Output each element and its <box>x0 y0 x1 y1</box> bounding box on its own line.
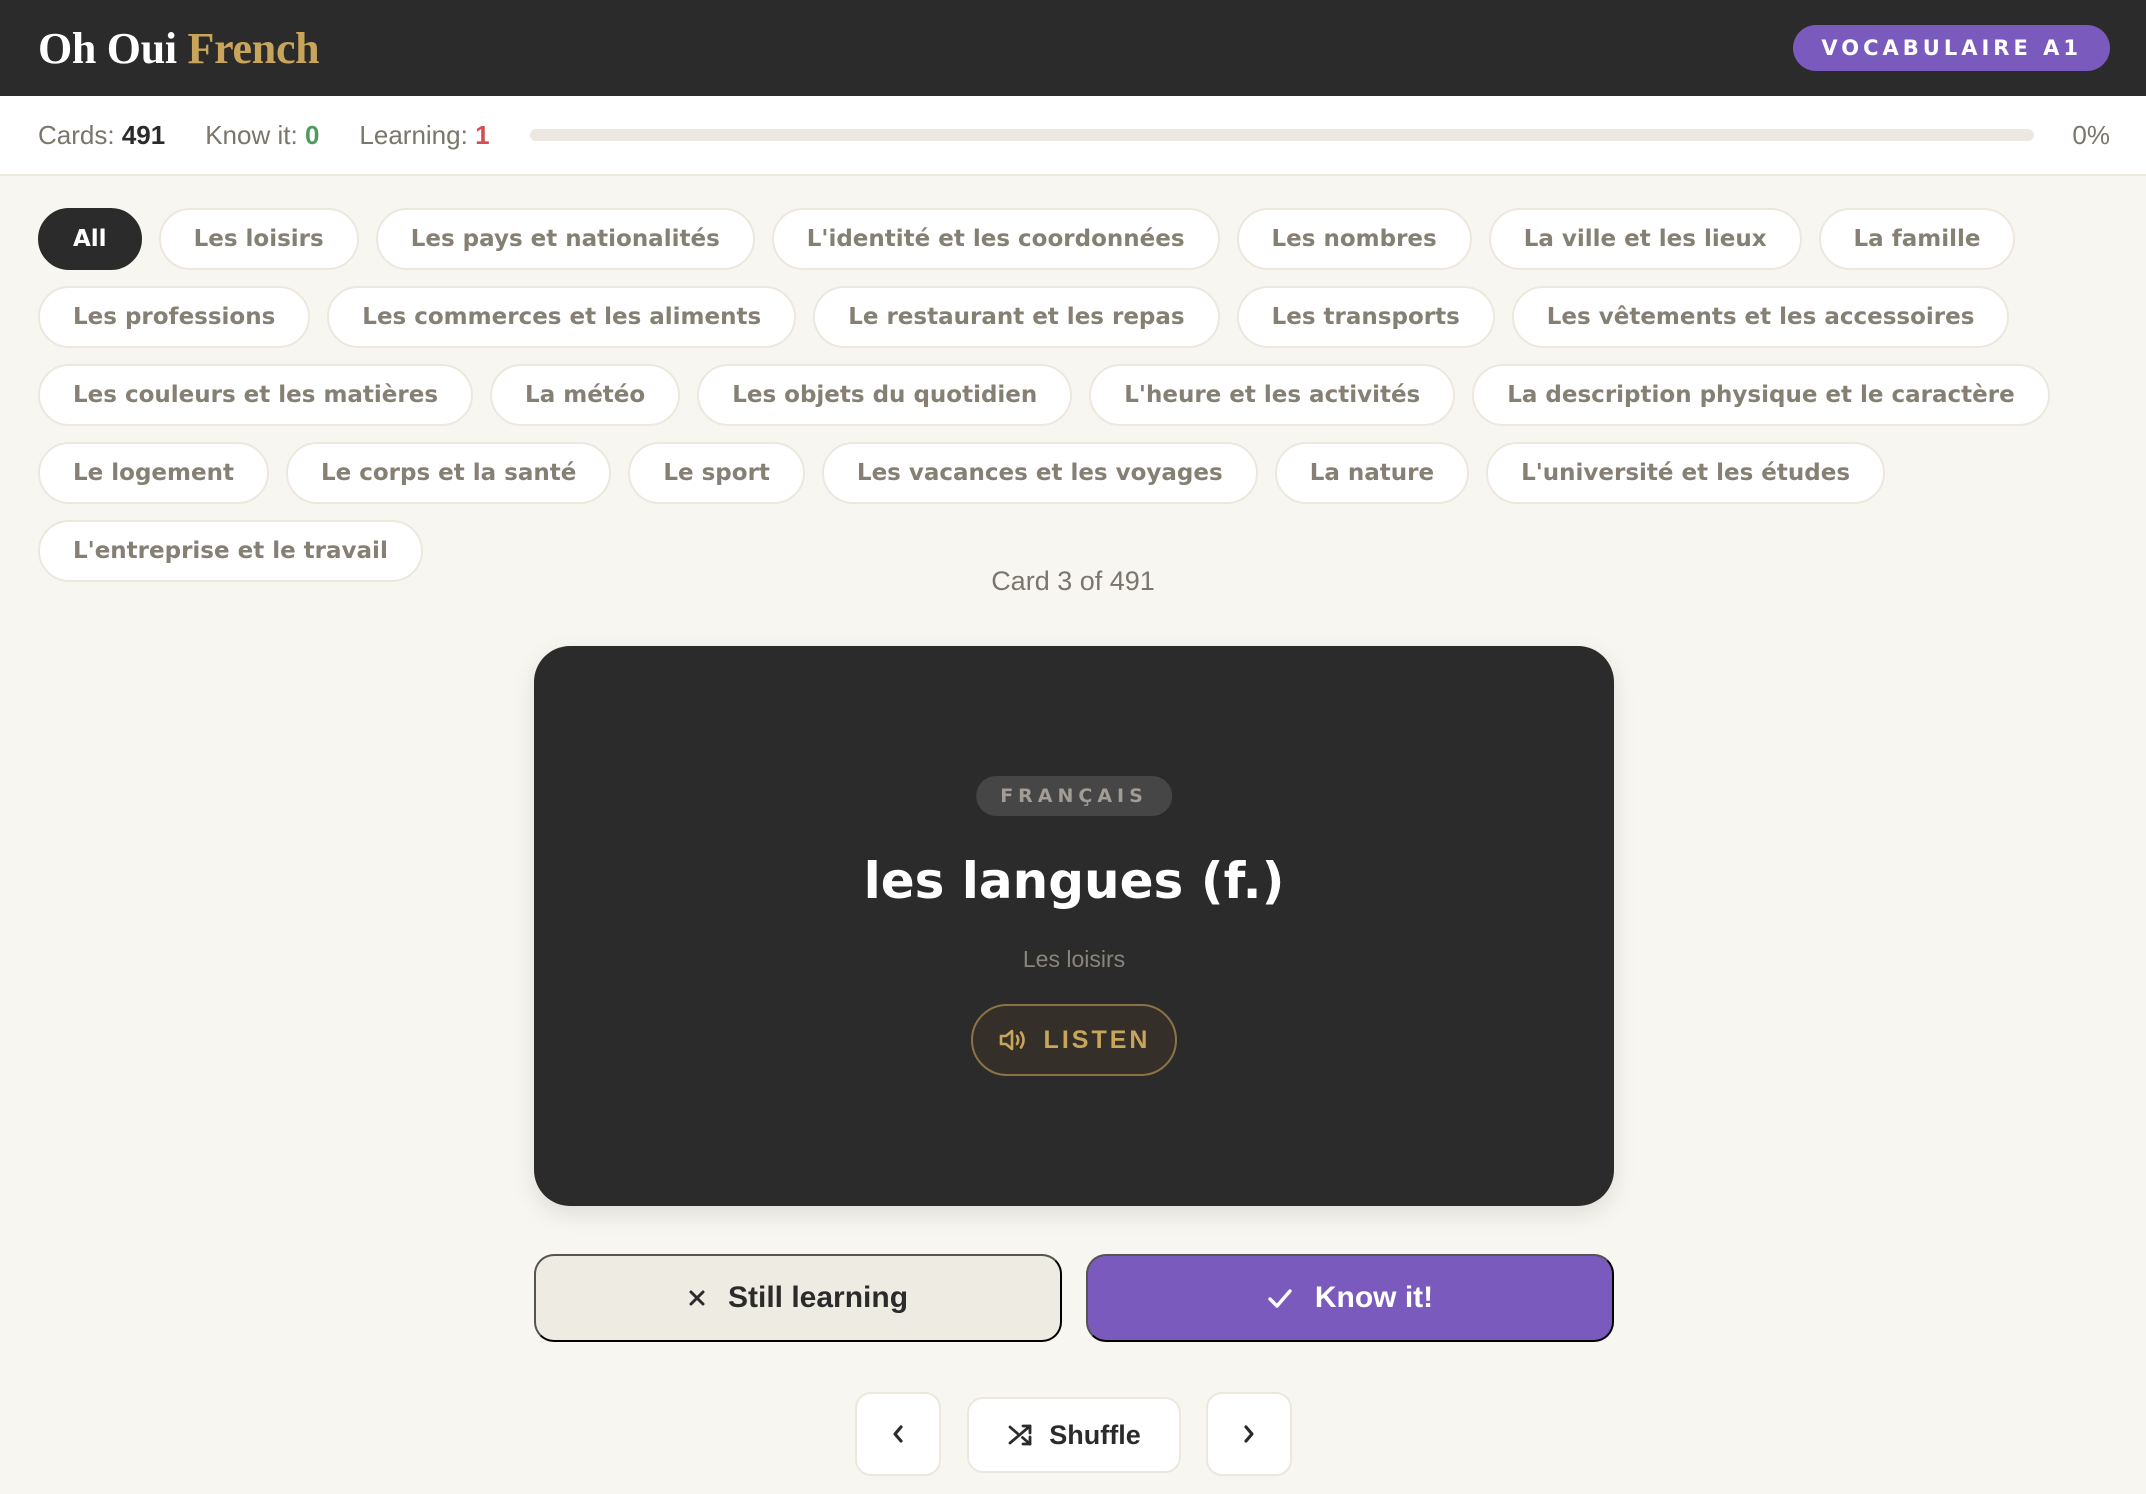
category-filter: All Les loisirs Les pays et nationalités L'… <box>38 208 2118 582</box>
card-term: les langues (f.) <box>863 852 1285 910</box>
category-chip[interactable]: Les transports <box>1236 286 1495 348</box>
listen-button[interactable]: LISTEN <box>971 1004 1177 1076</box>
check-icon <box>1267 1287 1293 1309</box>
category-chip[interactable]: Le sport <box>628 442 805 504</box>
category-chip[interactable]: Les vêtements et les accessoires <box>1511 286 2010 348</box>
category-chip[interactable]: Le restaurant et les repas <box>813 286 1220 348</box>
progress-percent: 0% <box>2072 119 2110 150</box>
shuffle-icon <box>1007 1422 1035 1448</box>
category-chip[interactable]: Le logement <box>38 442 269 504</box>
stat-known-value: 0 <box>304 119 320 150</box>
category-chip[interactable]: Les couleurs et les matières <box>38 364 474 426</box>
shuffle-button[interactable]: Shuffle <box>967 1397 1181 1473</box>
category-chip[interactable]: La météo <box>490 364 681 426</box>
stat-learning-value: 1 <box>475 119 490 150</box>
next-card-button[interactable] <box>1206 1392 1292 1476</box>
category-chip[interactable]: Les vacances et les voyages <box>821 442 1258 504</box>
shuffle-label: Shuffle <box>1049 1419 1141 1450</box>
speaker-icon <box>998 1027 1028 1053</box>
category-chip[interactable]: L'identité et les coordonnées <box>771 208 1220 270</box>
card-category: Les loisirs <box>1022 946 1126 972</box>
category-chip[interactable]: L'université et les études <box>1486 442 1886 504</box>
stat-learning: Learning: 1 <box>359 120 489 151</box>
listen-label: LISTEN <box>1043 1025 1151 1054</box>
category-chip[interactable]: Les commerces et les aliments <box>327 286 797 348</box>
language-tag: FRANÇAIS <box>976 776 1172 816</box>
category-chip[interactable]: Le corps et la santé <box>285 442 612 504</box>
category-chip[interactable]: Les objets du quotidien <box>697 364 1073 426</box>
stat-learning-label: Learning: <box>359 119 468 150</box>
still-learning-label: Still learning <box>727 1281 909 1314</box>
flashcard[interactable]: FRANÇAIS les langues (f.) Les loisirs LI… <box>534 646 1614 1206</box>
know-it-label: Know it! <box>1314 1281 1434 1314</box>
top-bar: Oh Oui French VOCABULAIRE A1 <box>0 0 2146 96</box>
category-chip[interactable]: La nature <box>1274 442 1470 504</box>
category-chip[interactable]: La ville et les lieux <box>1488 208 1802 270</box>
card-counter: Card 3 of 491 <box>991 566 1155 596</box>
category-chip[interactable]: L'heure et les activités <box>1089 364 1456 426</box>
stat-cards-label: Cards: <box>38 119 115 150</box>
brand-word-2: French <box>187 23 320 73</box>
category-chip[interactable]: La famille <box>1818 208 2016 270</box>
category-chip-all[interactable]: All <box>38 208 142 270</box>
stat-cards: Cards: 491 <box>38 120 165 151</box>
brand-logo[interactable]: Oh Oui French <box>38 23 320 74</box>
chevron-left-icon <box>890 1423 906 1445</box>
category-chip[interactable]: Les professions <box>38 286 311 348</box>
still-learning-button[interactable]: Still learning <box>534 1254 1062 1342</box>
category-chip[interactable]: Les pays et nationalités <box>375 208 755 270</box>
stat-known: Know it: 0 <box>205 120 319 151</box>
category-chip[interactable]: La description physique et le caractère <box>1472 364 2050 426</box>
progress-bar <box>529 129 2035 141</box>
stat-cards-value: 491 <box>121 119 166 150</box>
brand-word-1: Oh Oui <box>38 23 177 73</box>
stat-known-label: Know it: <box>205 119 298 150</box>
previous-card-button[interactable] <box>855 1392 941 1476</box>
level-badge: VOCABULAIRE A1 <box>1793 25 2110 71</box>
chevron-right-icon <box>1241 1423 1257 1445</box>
category-chip[interactable]: Les nombres <box>1236 208 1472 270</box>
know-it-button[interactable]: Know it! <box>1086 1254 1614 1342</box>
category-chip[interactable]: Les loisirs <box>158 208 359 270</box>
x-icon <box>688 1289 706 1307</box>
stats-bar: Cards: 491 Know it: 0 Learning: 1 0% <box>0 96 2146 176</box>
